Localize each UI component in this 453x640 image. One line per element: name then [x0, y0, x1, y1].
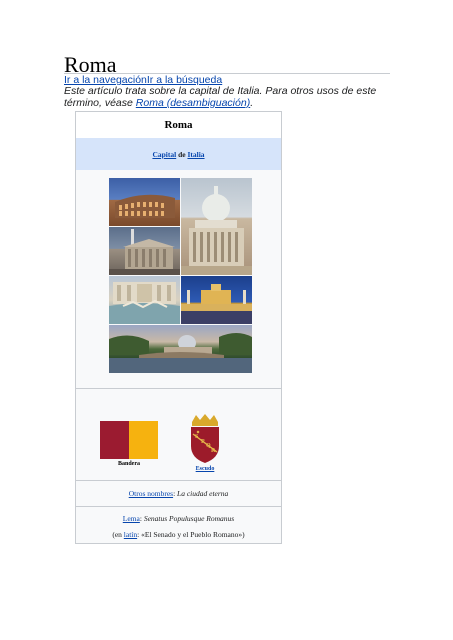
latin-link[interactable]: latín [124, 530, 137, 539]
lema-link[interactable]: Lema [123, 514, 140, 523]
motto-value: Senatus Populusque Romanus [143, 514, 235, 523]
svg-text:R: R [211, 448, 216, 454]
photo-collage [76, 170, 281, 389]
flag-caption: Bandera [117, 461, 140, 467]
pantheon-photo[interactable] [109, 227, 180, 275]
flag-gold-stripe [129, 421, 158, 459]
colosseum-photo[interactable] [109, 178, 180, 226]
capital-de-text: de [176, 149, 188, 159]
disambiguation-link[interactable]: Roma (desambiguación) [136, 97, 250, 109]
svg-text:P: P [201, 439, 205, 445]
infobox-title: Roma [76, 112, 281, 139]
motto-translation-line: (en latín: «El Senado y el Pueblo Romano… [76, 530, 281, 539]
hatnote: Este artículo trata sobre la capital de … [64, 85, 390, 109]
hatnote-end: . [250, 97, 254, 109]
infobox: Roma Capital de Italia Bandera S P Q R E… [75, 111, 282, 544]
motto-line: Lema: Senatus Populusque Romanus [76, 514, 281, 523]
rome-flag[interactable] [100, 421, 158, 459]
infobox-capital-row: Capital de Italia [76, 138, 281, 171]
coat-caption: Escudo [181, 466, 229, 472]
trevi-fountain-photo[interactable] [109, 276, 180, 324]
otros-nombres-link[interactable]: Otros nombres [129, 489, 173, 498]
castel-sant-angelo-photo[interactable] [181, 276, 252, 324]
tiber-river-photo[interactable] [109, 325, 252, 373]
symbols-row: Bandera S P Q R Escudo [76, 388, 281, 481]
translation-prefix: (en [112, 530, 124, 539]
escudo-link[interactable]: Escudo [196, 466, 215, 472]
translation-text: : «El Senado y el Pueblo Romano») [137, 530, 245, 539]
nickname-value: La ciudad eterna [177, 488, 229, 498]
coat-of-arms-icon[interactable]: S P Q R [188, 414, 222, 464]
motto-row: Lema: Senatus Populusque Romanus (en lat… [76, 506, 281, 544]
italia-link[interactable]: Italia [187, 150, 204, 159]
nickname-row: Otros nombres: La ciudad eterna [76, 480, 281, 507]
flag-red-stripe [100, 421, 129, 459]
capital-link[interactable]: Capital [152, 150, 176, 159]
st-peters-basilica-photo[interactable] [181, 178, 252, 275]
